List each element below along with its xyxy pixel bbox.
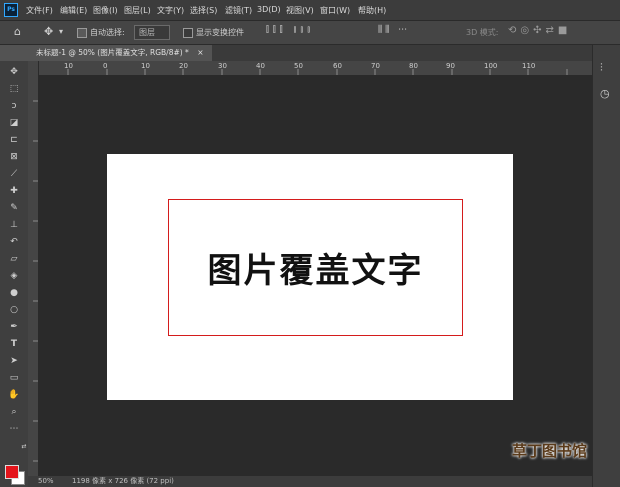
ruler-tick: 60 bbox=[333, 62, 342, 70]
more-tools-icon[interactable]: ⋯ bbox=[8, 423, 20, 435]
lasso-tool-icon[interactable]: ↄ bbox=[8, 100, 20, 112]
auto-select-checkbox[interactable] bbox=[77, 28, 87, 38]
brush-tool-icon[interactable]: ✎ bbox=[8, 202, 20, 214]
status-bar: 50% 1198 像素 x 726 像素 (72 ppi) bbox=[28, 476, 592, 487]
watermark-text: 草丁图书馆 bbox=[512, 442, 588, 460]
properties-icon[interactable]: ⫶ bbox=[600, 61, 603, 75]
menu-file[interactable]: 文件(F) bbox=[26, 5, 53, 16]
menu-edit[interactable]: 编辑(E) bbox=[60, 5, 87, 16]
home-icon[interactable]: ⌂ bbox=[14, 25, 21, 38]
ruler-tick: 40 bbox=[256, 62, 265, 70]
quick-select-tool-icon[interactable]: ◪ bbox=[8, 117, 20, 129]
menu-help[interactable]: 帮助(H) bbox=[358, 5, 386, 16]
auto-select-dropdown[interactable]: 图层 bbox=[134, 25, 170, 40]
transform-controls-checkbox[interactable] bbox=[183, 28, 193, 38]
menu-select[interactable]: 选择(S) bbox=[190, 5, 217, 16]
zoom-tool-icon[interactable]: ⌕ bbox=[8, 406, 20, 418]
ruler-tick: 80 bbox=[409, 62, 418, 70]
close-icon[interactable]: × bbox=[197, 48, 203, 57]
document-info[interactable]: 1198 像素 x 726 像素 (72 ppi) bbox=[72, 476, 174, 487]
horizontal-ruler: 10 0 10 20 30 40 50 60 70 80 90 100 110 bbox=[38, 61, 592, 76]
move-tool-icon[interactable]: ✥ bbox=[44, 25, 53, 38]
menu-window[interactable]: 窗口(W) bbox=[320, 5, 350, 16]
menu-filter[interactable]: 滤镜(T) bbox=[225, 5, 252, 16]
frame-tool-icon[interactable]: ⊠ bbox=[8, 151, 20, 163]
menu-image[interactable]: 图像(I) bbox=[93, 5, 118, 16]
canvas-text-layer[interactable]: 图片覆盖文字 bbox=[168, 199, 463, 336]
menu-type[interactable]: 文字(Y) bbox=[157, 5, 184, 16]
pen-tool-icon[interactable]: ✒ bbox=[8, 321, 20, 333]
3d-mode-icons[interactable]: ⟲◎✣⇄■ bbox=[508, 25, 571, 36]
ruler-tick: 20 bbox=[179, 62, 188, 70]
right-panel: ⫶ ◷ bbox=[592, 45, 620, 487]
eyedropper-tool-icon[interactable]: ⟋ bbox=[8, 168, 20, 180]
ruler-tick: 10 bbox=[141, 62, 150, 70]
3d-mode-label: 3D 模式: bbox=[466, 28, 499, 37]
tools-panel: ✥ ⬚ ↄ ◪ ⊏ ⊠ ⟋ ✚ ✎ ⊥ ↶ ▱ ◈ ● ○ ✒ T ➤ ▭ ✋ … bbox=[0, 61, 29, 487]
tab-title: 未标题-1 @ 50% (图片覆盖文字, RGB/8#) * bbox=[36, 48, 189, 57]
menu-bar: Ps 文件(F) 编辑(E) 图像(I) 图层(L) 文字(Y) 选择(S) 滤… bbox=[0, 0, 620, 21]
photoshop-logo-icon: Ps bbox=[4, 3, 18, 17]
ruler-tick: 90 bbox=[446, 62, 455, 70]
transform-controls-label: 显示变换控件 bbox=[196, 28, 244, 37]
options-bar: ⌂ ✥ ▾ 自动选择: 图层 显示变换控件 ⫿⫿⫿ ⫾⫾⫾ ⫼⫼ ⋯ 3D 模式… bbox=[0, 21, 620, 45]
chevron-down-icon[interactable]: ▾ bbox=[59, 27, 63, 36]
history-icon[interactable]: ◷ bbox=[600, 87, 610, 100]
ruler-tick: 50 bbox=[294, 62, 303, 70]
move-tool-icon[interactable]: ✥ bbox=[8, 66, 20, 78]
ruler-tick: 10 bbox=[64, 62, 73, 70]
auto-select-label: 自动选择: bbox=[90, 28, 125, 37]
clone-stamp-tool-icon[interactable]: ⊥ bbox=[8, 219, 20, 231]
crop-tool-icon[interactable]: ⊏ bbox=[8, 134, 20, 146]
blur-tool-icon[interactable]: ● bbox=[8, 287, 20, 299]
menu-view[interactable]: 视图(V) bbox=[286, 5, 314, 16]
history-brush-tool-icon[interactable]: ↶ bbox=[8, 236, 20, 248]
dodge-tool-icon[interactable]: ○ bbox=[8, 304, 20, 316]
paint-bucket-tool-icon[interactable]: ◈ bbox=[8, 270, 20, 282]
rectangle-tool-icon[interactable]: ▭ bbox=[8, 372, 20, 384]
ruler-tick: 30 bbox=[218, 62, 227, 70]
menu-layer[interactable]: 图层(L) bbox=[124, 5, 151, 16]
foreground-color-swatch[interactable] bbox=[5, 465, 19, 479]
ruler-tick: 110 bbox=[522, 62, 536, 70]
zoom-level[interactable]: 50% bbox=[38, 476, 54, 487]
ruler-tick: 70 bbox=[371, 62, 380, 70]
tab-document[interactable]: 未标题-1 @ 50% (图片覆盖文字, RGB/8#) * × bbox=[28, 45, 212, 61]
healing-brush-tool-icon[interactable]: ✚ bbox=[8, 185, 20, 197]
type-tool-icon[interactable]: T bbox=[8, 338, 20, 350]
ruler-tick: 0 bbox=[103, 62, 108, 70]
hand-tool-icon[interactable]: ✋ bbox=[8, 389, 20, 401]
align-icons[interactable]: ⫿⫿⫿ ⫾⫾⫾ bbox=[266, 25, 314, 35]
marquee-tool-icon[interactable]: ⬚ bbox=[8, 83, 20, 95]
distribute-icons[interactable]: ⫼⫼ ⋯ bbox=[378, 25, 410, 35]
path-select-tool-icon[interactable]: ➤ bbox=[8, 355, 20, 367]
document-tabs: 未标题-1 @ 50% (图片覆盖文字, RGB/8#) * × bbox=[28, 45, 592, 61]
eraser-tool-icon[interactable]: ▱ bbox=[8, 253, 20, 265]
menu-3d[interactable]: 3D(D) bbox=[257, 5, 281, 14]
ruler-tick: 100 bbox=[484, 62, 498, 70]
